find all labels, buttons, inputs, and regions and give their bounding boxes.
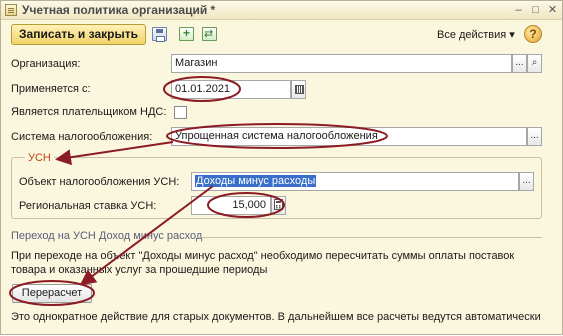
transition-section-title: Переход на УСН Доход минус расход — [11, 230, 203, 242]
section-divider — [197, 237, 542, 238]
vat-payer-checkbox[interactable] — [174, 106, 187, 119]
tax-system-label: Система налогообложения: — [11, 131, 153, 143]
all-actions-label: Все действия — [437, 29, 507, 41]
save-icon[interactable] — [152, 27, 167, 42]
close-button[interactable]: ✕ — [545, 3, 560, 17]
applies-from-label: Применяется с: — [11, 83, 91, 95]
policy-window: Учетная политика организаций * – □ ✕ Зап… — [0, 0, 563, 335]
tax-system-select-button[interactable]: ... — [527, 127, 542, 146]
organization-field[interactable]: Магазин — [171, 54, 512, 73]
organization-select-button[interactable]: ... — [512, 54, 527, 73]
maximize-button[interactable]: □ — [528, 3, 543, 17]
refresh-icon[interactable] — [202, 27, 217, 41]
recalculate-button[interactable]: Перерасчет — [12, 284, 92, 303]
toolbar: Записать и закрыть Все действия ▾ ? — [1, 21, 562, 47]
window-title: Учетная политика организаций * — [22, 3, 216, 17]
organization-label: Организация: — [11, 58, 81, 70]
all-actions-menu[interactable]: Все действия ▾ — [437, 28, 515, 41]
save-and-close-button[interactable]: Записать и закрыть — [11, 24, 146, 45]
usn-rate-field[interactable]: 15,000 — [191, 196, 271, 215]
vat-payer-label: Является плательщиком НДС: — [11, 106, 167, 118]
copy-icon[interactable] — [179, 26, 194, 41]
tax-system-field[interactable]: Упрощенная система налогообложения — [171, 127, 527, 146]
applies-from-field[interactable]: 01.01.2021 — [171, 80, 291, 99]
usn-object-field[interactable]: Доходы минус расходы — [191, 172, 519, 191]
chevron-down-icon: ▾ — [509, 29, 515, 41]
document-icon — [5, 4, 17, 16]
transition-text-line-1: При переходе на объект "Доходы минус рас… — [11, 250, 515, 262]
calculator-glyph — [274, 199, 283, 210]
usn-object-label: Объект налогообложения УСН: — [19, 176, 180, 188]
calculator-icon[interactable] — [271, 196, 286, 215]
usn-object-value: Доходы минус расходы — [195, 175, 317, 187]
transition-footer-note: Это однократное действие для старых доку… — [11, 311, 541, 323]
usn-rate-label: Региональная ставка УСН: — [19, 200, 157, 212]
transition-text-line-2: товара и оказанных услуг за прошедшие пе… — [11, 264, 268, 276]
calendar-icon[interactable] — [291, 80, 306, 99]
title-bar: Учетная политика организаций * – □ ✕ — [1, 1, 562, 20]
search-icon[interactable]: ⌕ — [527, 54, 542, 73]
usn-group-title: УСН — [25, 152, 54, 164]
help-button[interactable]: ? — [524, 25, 542, 43]
minimize-button[interactable]: – — [511, 3, 526, 17]
usn-object-select-button[interactable]: ... — [519, 172, 534, 191]
